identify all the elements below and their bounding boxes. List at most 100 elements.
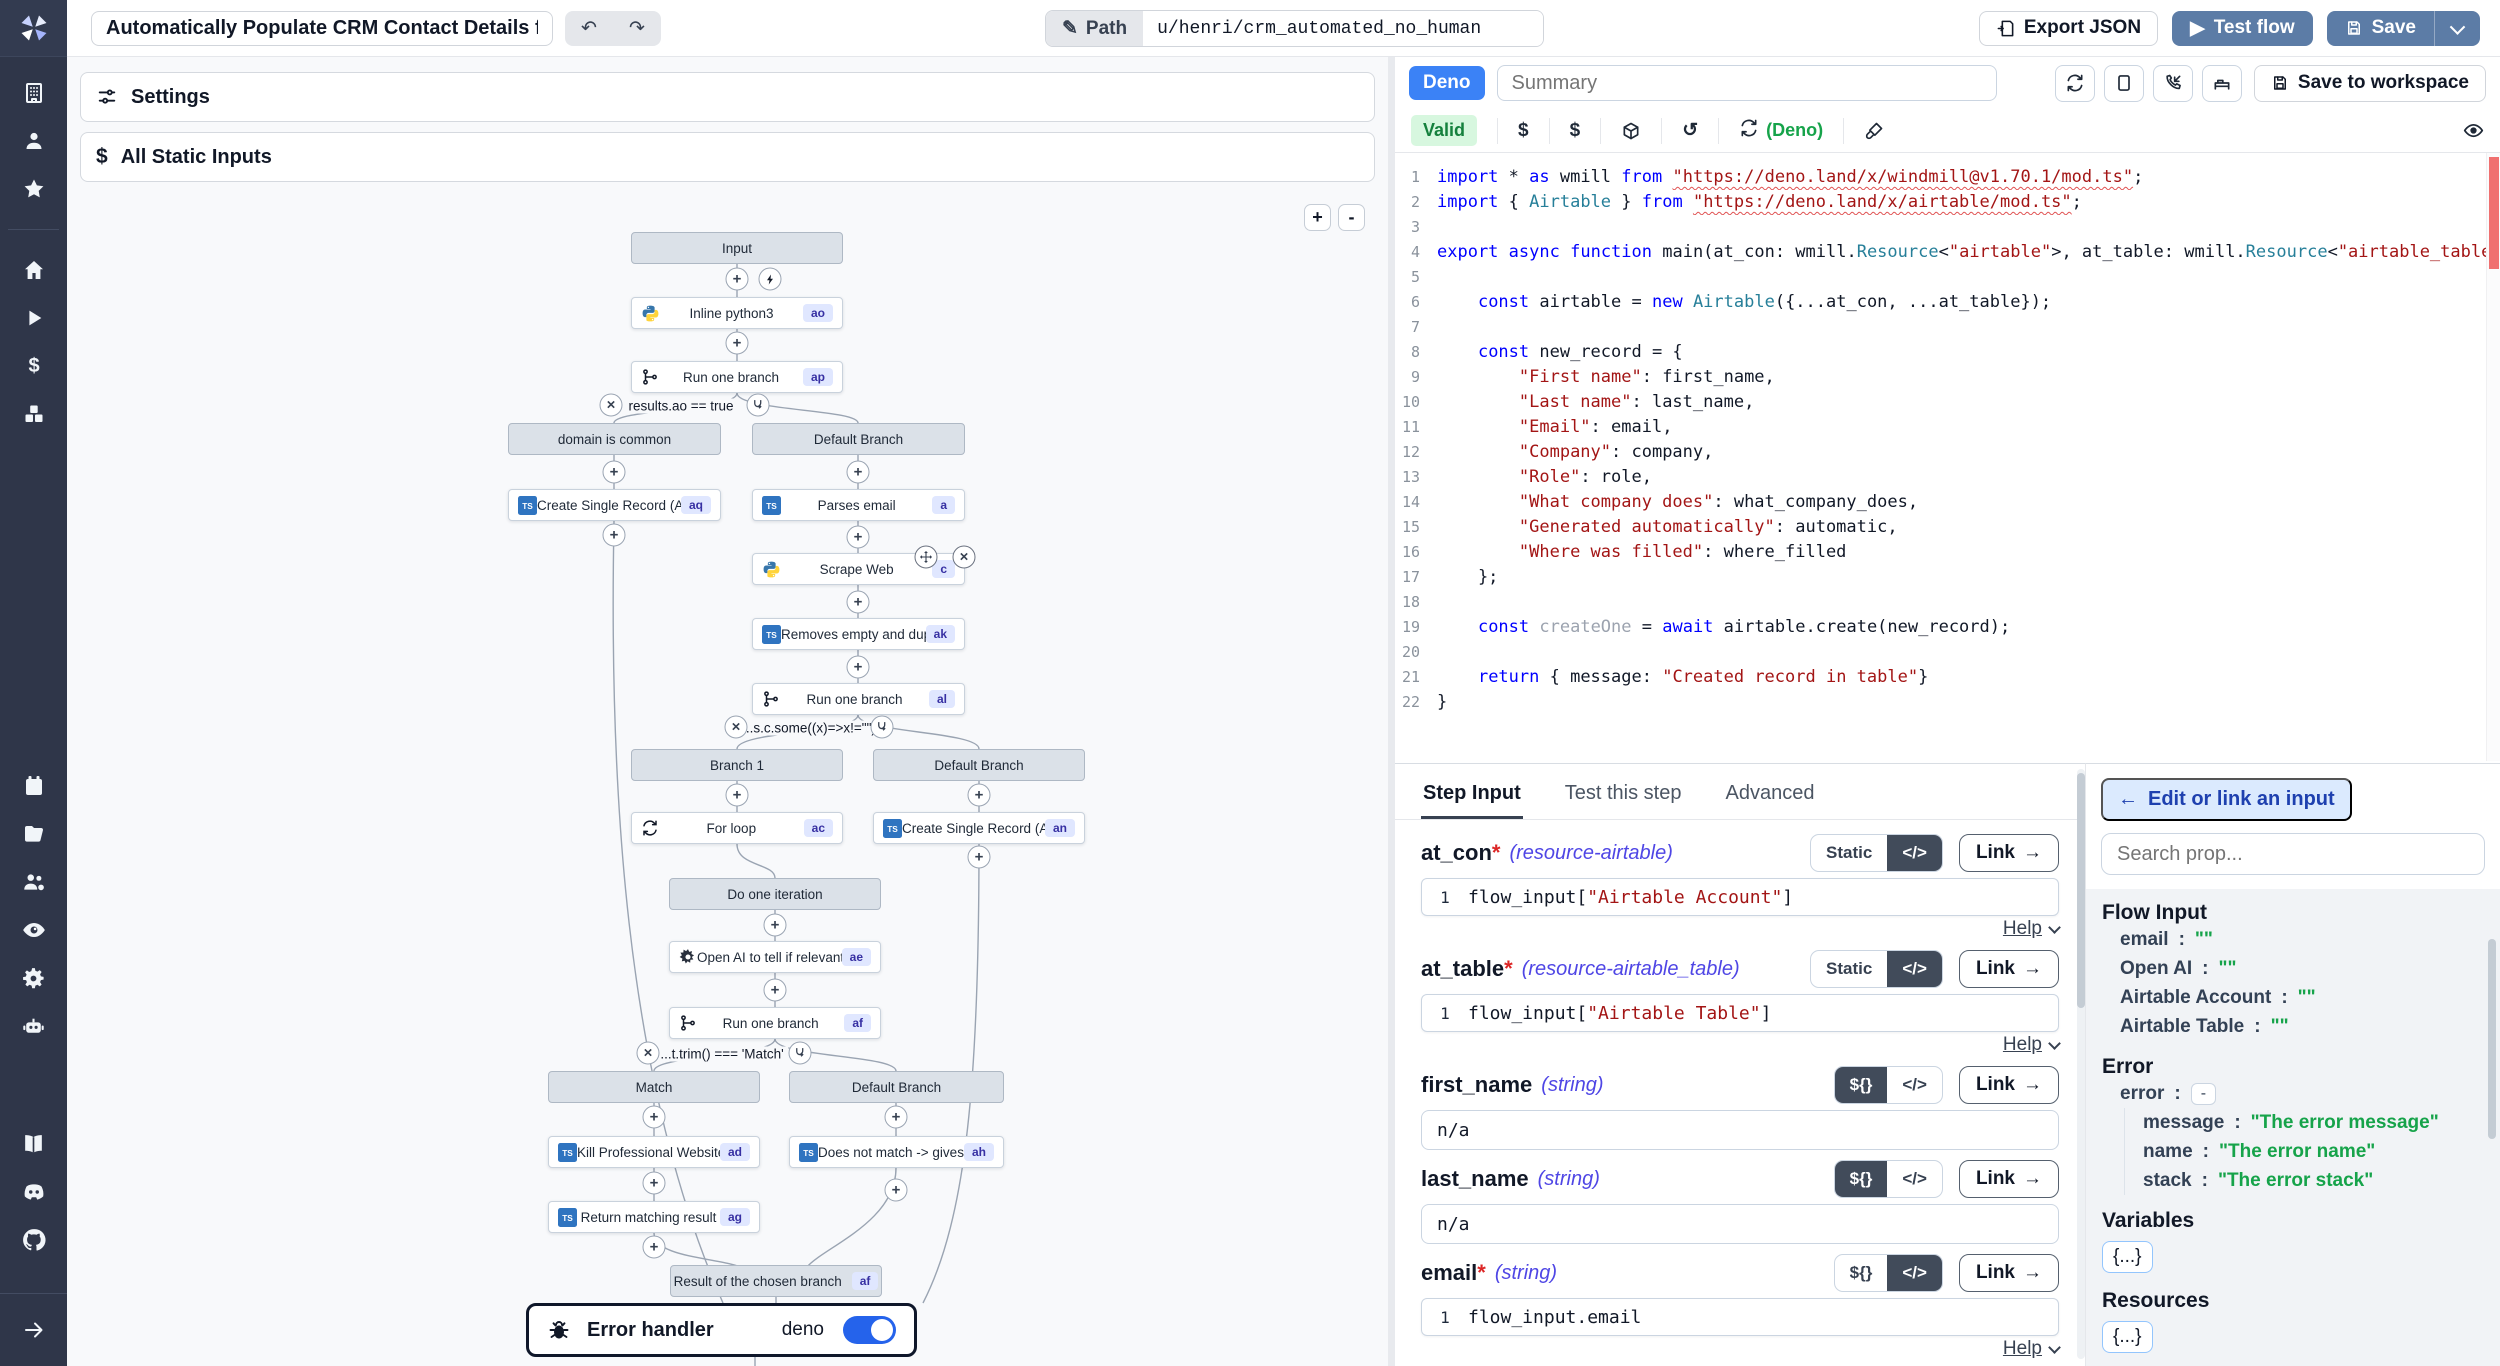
add-step-button[interactable]: +	[643, 1172, 666, 1195]
add-step-button[interactable]: +	[643, 1106, 666, 1129]
prop-panel-scrollbar[interactable]	[2488, 939, 2496, 1139]
stop-early-icon[interactable]: ×	[725, 716, 748, 739]
sidebar-item-home[interactable]	[0, 246, 67, 294]
zoom-out-button[interactable]: -	[1338, 204, 1365, 231]
flow-node-openai-relevant-result[interactable]: Open AI to tell if relevant resultae	[669, 941, 881, 973]
expr-editor[interactable]: 1flow_input.email	[1421, 1298, 2059, 1336]
flow-node-run-one-branch-af[interactable]: Run one branchaf	[669, 1007, 881, 1039]
reset-icon[interactable]: ↺	[1682, 119, 1698, 142]
resources-expand-button[interactable]: {...}	[2102, 1321, 2153, 1353]
toggle-code[interactable]: </>	[1887, 1161, 1942, 1197]
path-input[interactable]	[1143, 11, 1543, 46]
flow-node-input[interactable]: Input	[631, 232, 843, 264]
step-panel-scrollbar[interactable]	[2077, 769, 2085, 1359]
sidebar-item-book[interactable]	[0, 1120, 67, 1168]
error-handler-node[interactable]: Error handler deno	[526, 1303, 917, 1357]
add-step-button[interactable]: +	[726, 332, 749, 355]
sidebar-item-robot[interactable]	[0, 1002, 67, 1050]
tab-test-this-step[interactable]: Test this step	[1563, 770, 1684, 819]
summary-input[interactable]	[1497, 65, 1997, 101]
tab-step-input[interactable]: Step Input	[1421, 770, 1523, 819]
add-step-button[interactable]: +	[764, 979, 787, 1002]
phone-incoming-icon[interactable]	[2153, 65, 2193, 102]
add-step-button[interactable]: +	[968, 784, 991, 807]
link-button[interactable]: Link→	[1959, 1254, 2059, 1292]
flow-node-removes-empty-duplicates[interactable]: TSRemoves empty and duplicatesak	[752, 618, 965, 650]
sidebar-item-github[interactable]	[0, 1216, 67, 1264]
toggle-template[interactable]: ${}	[1835, 1255, 1888, 1291]
prop-item-error[interactable]: error:-	[2102, 1079, 2484, 1108]
flow-node-kill-professional-websites[interactable]: TSKill Professional Websites mentionsad	[548, 1136, 760, 1168]
branch-merge-icon[interactable]	[789, 1042, 812, 1065]
prop-item-message[interactable]: message:"The error message"	[2124, 1108, 2484, 1137]
prop-item-name[interactable]: name:"The error name"	[2124, 1137, 2484, 1166]
undo-button[interactable]: ↶	[565, 11, 613, 46]
flow-node-branch-1[interactable]: Branch 1	[631, 749, 843, 781]
variable-dollar-icon[interactable]: $	[1518, 120, 1529, 142]
flow-node-branch-default-2[interactable]: Default Branch	[873, 749, 1085, 781]
add-step-button[interactable]: +	[847, 656, 870, 679]
remove-node-icon[interactable]: ×	[953, 546, 976, 569]
add-step-button[interactable]: +	[847, 526, 870, 549]
flow-node-inline-python3[interactable]: Inline python3ao	[631, 297, 843, 329]
flow-node-branch-domain-is-common[interactable]: domain is common	[508, 423, 721, 455]
toggle-static[interactable]: Static	[1811, 835, 1887, 871]
link-button[interactable]: Link→	[1959, 834, 2059, 872]
stop-early-icon[interactable]: ×	[637, 1042, 660, 1065]
sidebar-item-person[interactable]	[0, 117, 67, 165]
flow-node-branch-default-3[interactable]: Default Branch	[789, 1071, 1004, 1103]
branch-merge-icon[interactable]	[871, 716, 894, 739]
sidebar-item-cubes[interactable]	[0, 390, 67, 438]
link-button[interactable]: Link→	[1959, 1160, 2059, 1198]
package-icon[interactable]	[1621, 121, 1641, 141]
prop-item-airtable-table[interactable]: Airtable Table:""	[2102, 1012, 2484, 1041]
flow-node-create-single-record-aq[interactable]: TSCreate Single Record (Airtable)aq	[508, 489, 721, 521]
window-icon[interactable]	[2104, 65, 2144, 102]
sidebar-item-user-group[interactable]	[0, 858, 67, 906]
sync-icon[interactable]	[2055, 65, 2095, 102]
toggle-static[interactable]: Static	[1811, 951, 1887, 987]
help-link[interactable]: Help	[2003, 918, 2042, 940]
settings-card[interactable]: Settings	[80, 72, 1375, 122]
panel-resize-handle[interactable]	[1388, 57, 1395, 1366]
add-step-button[interactable]: +	[726, 268, 749, 291]
sidebar-item-dollar[interactable]: $	[0, 342, 67, 390]
edit-or-link-input-button[interactable]: ←Edit or link an input	[2101, 778, 2352, 821]
all-static-inputs-card[interactable]: $ All Static Inputs	[80, 132, 1375, 182]
export-json-button[interactable]: Export JSON	[1979, 11, 2158, 46]
sidebar-item-star[interactable]	[0, 165, 67, 213]
help-link[interactable]: Help	[2003, 1338, 2042, 1360]
add-step-button[interactable]: +	[603, 524, 626, 547]
format-brush-icon[interactable]	[1864, 121, 1884, 141]
sidebar-item-discord[interactable]	[0, 1168, 67, 1216]
zoom-in-button[interactable]: +	[1304, 204, 1331, 231]
toggle-template[interactable]: ${}	[1835, 1161, 1888, 1197]
toggle-code[interactable]: </>	[1887, 1067, 1942, 1103]
flow-node-parses-email[interactable]: TSParses emaila	[752, 489, 965, 521]
code-editor[interactable]: 1import * as wmill from "https://deno.la…	[1395, 153, 2500, 761]
test-flow-button[interactable]: ▶Test flow	[2172, 11, 2313, 46]
add-step-button[interactable]: +	[847, 591, 870, 614]
flow-node-return-matching-result[interactable]: TSReturn matching resultag	[548, 1201, 760, 1233]
prop-search-input[interactable]	[2101, 833, 2485, 875]
tab-advanced[interactable]: Advanced	[1723, 770, 1816, 819]
add-step-button[interactable]: +	[847, 461, 870, 484]
flow-title-input[interactable]	[91, 11, 553, 46]
move-node-icon[interactable]	[915, 546, 938, 569]
add-step-button[interactable]: +	[603, 461, 626, 484]
flow-node-branch-match[interactable]: Match	[548, 1071, 760, 1103]
save-dropdown-button[interactable]	[2434, 11, 2480, 46]
flow-node-branch-default-1[interactable]: Default Branch	[752, 423, 965, 455]
help-link[interactable]: Help	[2003, 1034, 2042, 1056]
save-button[interactable]: Save	[2327, 11, 2434, 46]
assistant-reload-icon[interactable]: (Deno)	[1739, 118, 1823, 144]
error-handler-toggle[interactable]	[843, 1316, 896, 1344]
expr-editor[interactable]: 1flow_input["Airtable Table"]	[1421, 994, 2059, 1032]
field-value-input[interactable]	[1421, 1204, 2059, 1244]
collapse-button[interactable]: -	[2191, 1083, 2216, 1105]
toggle-template[interactable]: ${}	[1835, 1067, 1888, 1103]
flow-node-run-one-branch-ap[interactable]: Run one branchap	[631, 361, 843, 393]
add-step-button[interactable]: +	[885, 1179, 908, 1202]
prop-item-email[interactable]: email:""	[2102, 925, 2484, 954]
windmill-logo[interactable]	[0, 0, 67, 57]
